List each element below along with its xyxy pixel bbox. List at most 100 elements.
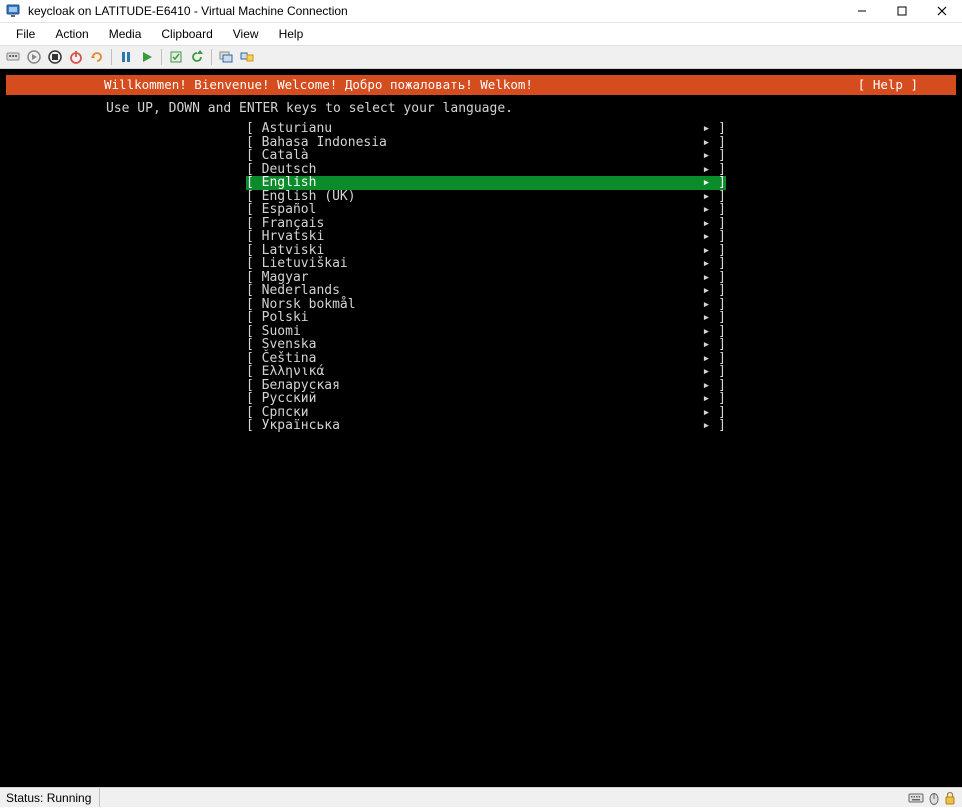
- language-label: [ Español: [246, 203, 316, 217]
- close-button[interactable]: [922, 0, 962, 22]
- window-title: keycloak on LATITUDE-E6410 - Virtual Mac…: [28, 4, 842, 18]
- language-option[interactable]: [ Norsk bokmål ▸ ]: [246, 298, 726, 312]
- language-label: [ Čeština: [246, 352, 316, 366]
- language-label: [ Bahasa Indonesia: [246, 136, 387, 150]
- status-icons: [908, 791, 956, 805]
- start-button[interactable]: [25, 48, 43, 66]
- language-option[interactable]: [ Latviski▸ ]: [246, 244, 726, 258]
- language-label: [ Latviski: [246, 244, 324, 258]
- language-label: [ English: [246, 176, 316, 190]
- submenu-arrow-icon: ▸ ]: [703, 352, 726, 366]
- language-label: [ Français: [246, 217, 324, 231]
- keyboard-status-icon: [908, 792, 924, 804]
- language-option[interactable]: [ Српски ▸ ]: [246, 406, 726, 420]
- submenu-arrow-icon: ▸ ]: [703, 271, 726, 285]
- menu-clipboard[interactable]: Clipboard: [153, 25, 220, 43]
- menu-media[interactable]: Media: [101, 25, 150, 43]
- language-list[interactable]: [ Asturianu▸ ][ Bahasa Indonesia▸ ][ Cat…: [6, 122, 956, 433]
- language-option[interactable]: [ Nederlands ▸ ]: [246, 284, 726, 298]
- submenu-arrow-icon: ▸ ]: [703, 163, 726, 177]
- language-option[interactable]: [ Català ▸ ]: [246, 149, 726, 163]
- language-option[interactable]: [ Magyar ▸ ]: [246, 271, 726, 285]
- language-option[interactable]: [ Bahasa Indonesia ▸ ]: [246, 136, 726, 150]
- installer-header: Willkommen! Bienvenue! Welcome! Добро по…: [6, 75, 956, 95]
- menu-help[interactable]: Help: [271, 25, 312, 43]
- revert-button[interactable]: [188, 48, 206, 66]
- enhanced-session-button[interactable]: [217, 48, 235, 66]
- language-option[interactable]: [ Asturianu▸ ]: [246, 122, 726, 136]
- language-label: [ English (UK): [246, 190, 356, 204]
- toolbar-separator: [111, 49, 112, 65]
- submenu-arrow-icon: ▸ ]: [703, 190, 726, 204]
- submenu-arrow-icon: ▸ ]: [703, 284, 726, 298]
- language-option[interactable]: [ Español▸ ]: [246, 203, 726, 217]
- language-label: [ Català: [246, 149, 309, 163]
- language-option[interactable]: [ Беларуская▸ ]: [246, 379, 726, 393]
- turnoff-button[interactable]: [46, 48, 64, 66]
- checkpoint-button[interactable]: [167, 48, 185, 66]
- app-icon: [6, 3, 22, 19]
- submenu-arrow-icon: ▸ ]: [703, 338, 726, 352]
- language-label: [ Svenska: [246, 338, 316, 352]
- language-label: [ Deutsch: [246, 163, 316, 177]
- play-button[interactable]: [138, 48, 156, 66]
- language-option[interactable]: [ Čeština ▸ ]: [246, 352, 726, 366]
- reset-button[interactable]: [88, 48, 106, 66]
- menu-view[interactable]: View: [225, 25, 267, 43]
- submenu-arrow-icon: ▸ ]: [703, 217, 726, 231]
- menu-bar: File Action Media Clipboard View Help: [0, 23, 962, 45]
- vm-console-area: Willkommen! Bienvenue! Welcome! Добро по…: [0, 69, 962, 787]
- submenu-arrow-icon: ▸ ]: [703, 365, 726, 379]
- submenu-arrow-icon: ▸ ]: [703, 176, 726, 190]
- menu-action[interactable]: Action: [47, 25, 96, 43]
- submenu-arrow-icon: ▸ ]: [703, 392, 726, 406]
- language-option[interactable]: [ English ▸ ]: [246, 176, 726, 190]
- language-option[interactable]: [ Polski▸ ]: [246, 311, 726, 325]
- submenu-arrow-icon: ▸ ]: [703, 149, 726, 163]
- help-button[interactable]: [ Help ]: [858, 75, 948, 95]
- submenu-arrow-icon: ▸ ]: [703, 298, 726, 312]
- language-option[interactable]: [ English (UK) ▸ ]: [246, 190, 726, 204]
- lock-status-icon: [944, 791, 956, 805]
- language-option[interactable]: [ Suomi ▸ ]: [246, 325, 726, 339]
- submenu-arrow-icon: ▸ ]: [703, 311, 726, 325]
- minimize-button[interactable]: [842, 0, 882, 22]
- language-label: [ Српски: [246, 406, 309, 420]
- pause-button[interactable]: [117, 48, 135, 66]
- language-option[interactable]: [ Русский ▸ ]: [246, 392, 726, 406]
- language-label: [ Беларуская: [246, 379, 340, 393]
- toolbar-separator: [211, 49, 212, 65]
- language-option[interactable]: [ Français ▸ ]: [246, 217, 726, 231]
- language-option[interactable]: [ Ελληνικά▸ ]: [246, 365, 726, 379]
- language-label: [ Norsk bokmål: [246, 298, 356, 312]
- ctrl-alt-del-button[interactable]: [4, 48, 22, 66]
- language-option[interactable]: [ Deutsch ▸ ]: [246, 163, 726, 177]
- share-button[interactable]: [238, 48, 256, 66]
- language-option[interactable]: [ Українська▸ ]: [246, 419, 726, 433]
- language-label: [ Hrvatski: [246, 230, 324, 244]
- language-label: [ Magyar: [246, 271, 309, 285]
- language-option[interactable]: [ Svenska ▸ ]: [246, 338, 726, 352]
- shutdown-button[interactable]: [67, 48, 85, 66]
- submenu-arrow-icon: ▸ ]: [703, 136, 726, 150]
- maximize-button[interactable]: [882, 0, 922, 22]
- language-label: [ Nederlands: [246, 284, 340, 298]
- submenu-arrow-icon: ▸ ]: [703, 406, 726, 420]
- language-label: [ Lietuviškai: [246, 257, 348, 271]
- mouse-status-icon: [928, 791, 940, 805]
- language-label: [ Русский: [246, 392, 316, 406]
- submenu-arrow-icon: ▸ ]: [703, 230, 726, 244]
- tool-bar: [0, 45, 962, 69]
- language-option[interactable]: [ Lietuviškai ▸ ]: [246, 257, 726, 271]
- submenu-arrow-icon: ▸ ]: [703, 122, 726, 136]
- toolbar-separator: [161, 49, 162, 65]
- language-label: [ Suomi: [246, 325, 301, 339]
- status-bar: Status: Running: [0, 787, 962, 807]
- language-option[interactable]: [ Hrvatski ▸ ]: [246, 230, 726, 244]
- vm-screen[interactable]: Willkommen! Bienvenue! Welcome! Добро по…: [6, 75, 956, 781]
- menu-file[interactable]: File: [8, 25, 43, 43]
- submenu-arrow-icon: ▸ ]: [703, 257, 726, 271]
- status-text: Status: Running: [6, 788, 100, 807]
- window-title-bar: keycloak on LATITUDE-E6410 - Virtual Mac…: [0, 0, 962, 23]
- submenu-arrow-icon: ▸ ]: [703, 325, 726, 339]
